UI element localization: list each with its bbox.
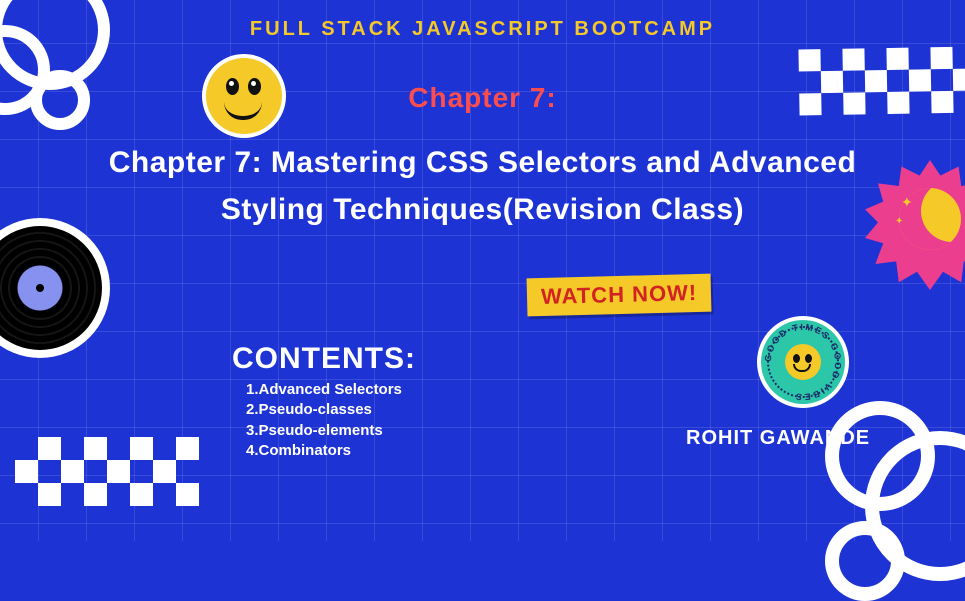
contents-item: 4.Combinators [232,441,416,461]
bootcamp-label: FULL STACK JAVASCRIPT BOOTCAMP [250,18,715,41]
watch-now-label: WATCH NOW! [541,280,698,309]
watch-now-button[interactable]: WATCH NOW! [527,274,712,317]
smiley-icon [206,58,282,134]
contents-item: 1.Advanced Selectors [232,380,416,400]
contents-heading: CONTENTS: [232,342,416,376]
contents-item: 3.Pseudo-elements [232,421,416,441]
contents-item: 2.Pseudo-classes [232,400,416,420]
checker-decoration-bottom-left [15,437,199,506]
good-times-badge-icon: GOOD TIMES GOOD VIBES [761,320,845,404]
chapter-label: Chapter 7: [408,82,556,114]
main-title: Chapter 7: Mastering CSS Selectors and A… [73,140,893,233]
checker-decoration-top-right [798,46,965,115]
contents-block: CONTENTS: 1.Advanced Selectors 2.Pseudo-… [232,342,416,461]
author-name: ROHIT GAWANDE [686,427,870,450]
